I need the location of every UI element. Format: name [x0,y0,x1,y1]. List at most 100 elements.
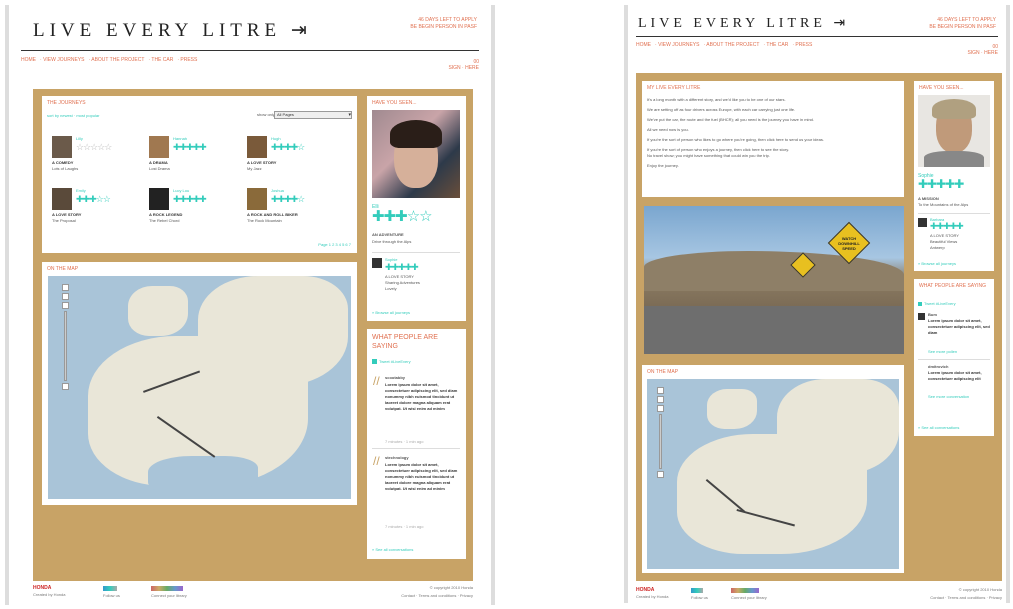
user-name[interactable]: Hannah [173,136,187,141]
follow-us[interactable]: Follow us [103,593,120,598]
filter-select[interactable]: All Pages ▾ [274,111,352,119]
user-name[interactable]: Joshua [271,188,284,193]
message-title: MY LIVE EVERY LITRE [647,85,701,91]
user-avatar [52,188,72,210]
apply-text: BE BEGIN PERSON IN PASF [410,24,477,30]
user-name[interactable]: Lilly [76,136,83,141]
user-name[interactable]: Emily [76,188,86,193]
user-name[interactable]: Lucy Lou [173,188,189,193]
post-user[interactable]: scootabby [385,375,405,381]
page-screenshot-2: LIVE EVERY LITRE ⇥ 46 DAYS LEFT TO APPLY… [624,5,1010,603]
featured-photo[interactable] [372,110,460,198]
nav-about[interactable]: ABOUT THE PROJECT [706,42,759,48]
user-genre: A ROCK AND ROLL BIKER [247,212,298,217]
road-photo[interactable]: WATCH DOWNHILL SPEED [644,206,904,354]
nav-sign-in[interactable]: SIGN · HERE [448,65,479,71]
chevron-down-icon: ▾ [348,112,351,118]
europe-map[interactable] [48,276,351,499]
nav-about[interactable]: ABOUT THE PROJECT [91,57,144,63]
browse-journeys-link[interactable]: » Browse all journeys [372,310,410,315]
what-people-saying-panel: WHAT PEOPLE ARE SAYING Tweet #LiveEvery … [367,329,466,559]
copyright: © copyright 2010 Honda [958,587,1002,592]
quote-icon: // [373,454,380,468]
post-user[interactable]: stechnology [385,455,409,461]
user-rating: ✚✚✚☆☆ [76,194,111,204]
message-line: It's a long month with a different story… [647,97,786,102]
days-left-banner[interactable]: 46 DAYS LEFT TO APPLY BE BEGIN PERSON IN … [410,17,477,31]
sign-text: WATCH DOWNHILL SPEED [838,236,860,251]
days-left-text: 46 DAYS LEFT TO APPLY [418,17,477,23]
library-icons[interactable] [151,586,183,591]
social-icons[interactable] [691,588,703,593]
what-people-saying-panel: WHAT PEOPLE ARE SAYING Tweet #LiveEvery … [914,279,994,436]
message-line: We are setting off as four drivers acros… [647,107,796,112]
nav-the-car[interactable]: THE CAR [766,42,788,48]
library-icons[interactable] [731,588,759,593]
user-rating: ✚✚✚✚✚ [173,194,207,204]
main-nav: HOME · VIEW JOURNEYS · ABOUT THE PROJECT · … [636,42,998,56]
have-you-seen-panel: HAVE YOU SEEN... Elli ✚✚✚☆☆ AN ADVENTURE… [367,96,466,321]
days-left-banner[interactable]: 46 DAYS LEFT TO APPLY BE BEGIN PERSON IN … [929,17,996,31]
journeys-pagination[interactable]: Page 1 2 3 4 5 6 7 [318,242,351,247]
footer-links[interactable]: Contact · Terms and conditions · Privacy [401,593,473,598]
map-title: ON THE MAP [47,266,79,272]
logo-text: LIVE EVERY LITRE [33,20,282,41]
connect-library[interactable]: Connect your library [151,593,187,598]
message-line: All we need now is you. [647,127,689,132]
arrow-icon: ⇥ [833,16,850,31]
footer-links[interactable]: Contact · Terms and conditions · Privacy [930,595,1002,600]
twitter-icon [372,359,377,364]
nav-home[interactable]: HOME [21,57,36,63]
featured-trip: Drive through the Alps [372,239,412,244]
user-trip: Lost Drama [149,166,170,171]
featured-photo[interactable] [918,95,990,167]
europe-map[interactable] [647,379,899,569]
follow-us[interactable]: Follow us [691,595,708,600]
social-icons[interactable] [103,586,117,591]
user-avatar [918,218,927,227]
tweet-link[interactable]: Tweet #LiveEvery [924,301,956,306]
tweet-link[interactable]: Tweet #LiveEvery [379,359,411,364]
footer-tag: Created by Honda [33,592,66,597]
featured-rating: ✚✚✚✚✚ [918,177,964,191]
user-genre: A DRAMA [149,160,168,165]
message-panel: MY LIVE EVERY LITRE It's a long month wi… [642,81,904,197]
see-conversations-link[interactable]: » See all conversations [372,547,413,552]
see-conversations-link[interactable]: » See all conversations [918,425,959,430]
user-avatar [52,136,72,158]
logo-text: LIVE EVERY LITRE [638,16,826,31]
post-text: Lorem ipsum dolor sit amet, consectetuer… [928,318,990,335]
site-logo[interactable]: LIVE EVERY LITRE ⇥ [33,19,312,42]
connect-library[interactable]: Connect your library [731,595,767,600]
map-zoom-control[interactable] [62,284,70,404]
featured-rating: ✚✚✚☆☆ [372,208,433,225]
journeys-panel: THE JOURNEYS sort by newest · most popul… [42,96,357,253]
header: LIVE EVERY LITRE ⇥ 46 DAYS LEFT TO APPLY… [21,5,479,51]
nav-view-journeys[interactable]: VIEW JOURNEYS [658,42,699,48]
page-screenshot-1: LIVE EVERY LITRE ⇥ 46 DAYS LEFT TO APPLY… [5,5,495,605]
post-link[interactable]: See more conversation [928,394,969,399]
featured-genre: AN ADVENTURE [372,232,404,237]
user-genre: A LOVE STORY [52,212,82,217]
nav-the-car[interactable]: THE CAR [151,57,173,63]
user-name[interactable]: Hugh [271,136,281,141]
filter-select-value: All Pages [277,112,294,117]
sort-links[interactable]: sort by newest · most popular [47,113,99,118]
post-time: 7 minutes · 1 min ago [385,524,424,529]
nav-view-journeys[interactable]: VIEW JOURNEYS [43,57,84,63]
user-avatar [247,136,267,158]
nav-sign-in[interactable]: SIGN · HERE [967,50,998,56]
arrow-icon: ⇥ [290,20,312,41]
message-line: Enjoy the journey. [647,163,679,168]
nav-home[interactable]: HOME [636,42,651,48]
honda-logo[interactable]: HONDA [636,587,654,593]
nav-press[interactable]: PRESS [180,57,197,63]
map-zoom-control[interactable] [657,387,665,507]
site-logo[interactable]: LIVE EVERY LITRE ⇥ [638,15,849,32]
honda-logo[interactable]: HONDA [33,585,51,591]
content-area: THE JOURNEYS sort by newest · most popul… [33,89,473,581]
browse-journeys-link[interactable]: » Browse all journeys [918,261,956,266]
main-nav: HOME · VIEW JOURNEYS · ABOUT THE PROJECT · … [21,57,479,71]
post-link[interactable]: See more pollen [928,349,957,354]
nav-press[interactable]: PRESS [795,42,812,48]
